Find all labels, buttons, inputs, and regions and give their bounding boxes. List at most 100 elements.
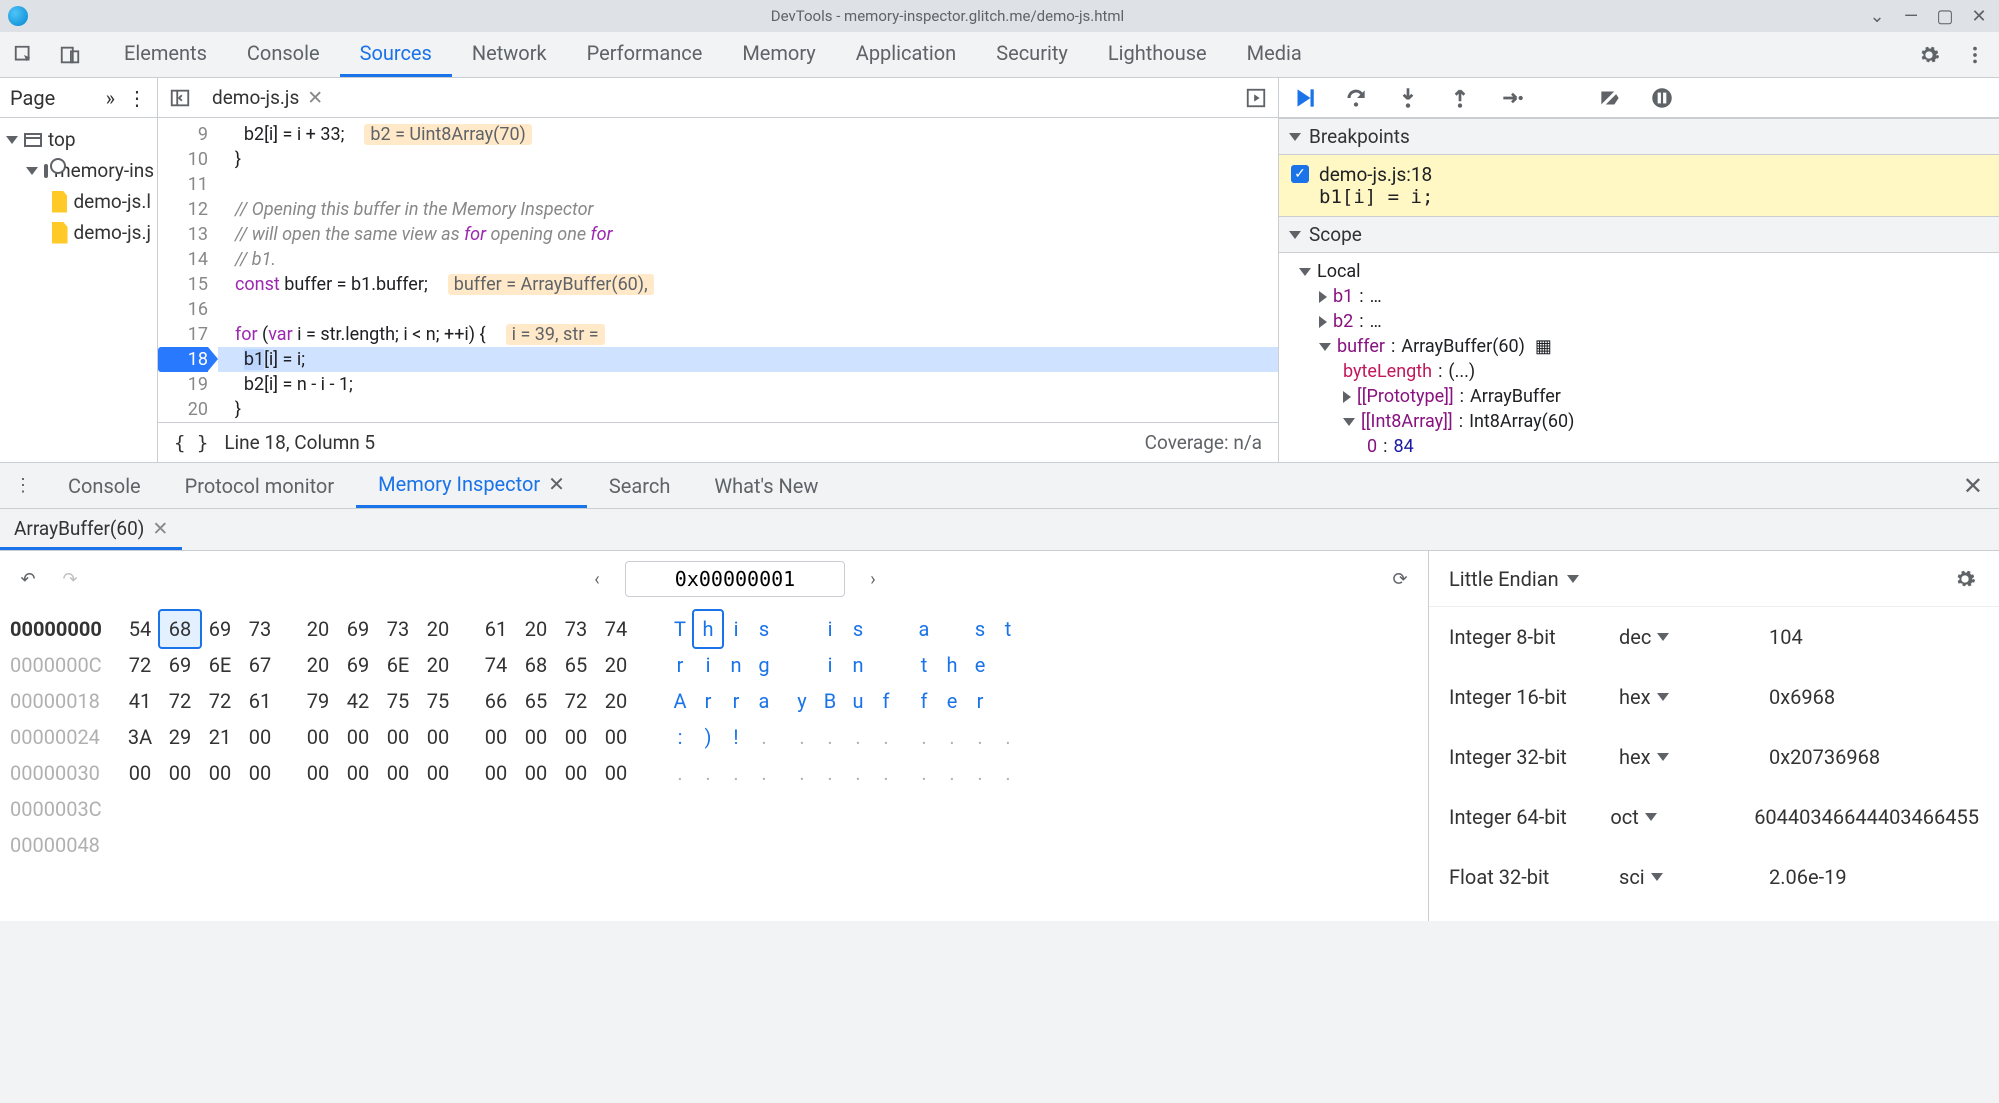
hex-byte[interactable]: 3A [120,719,160,755]
hex-byte[interactable]: 68 [160,611,200,647]
ascii-char[interactable]: . [750,755,778,791]
ascii-char[interactable]: y [788,683,816,719]
hex-byte[interactable]: 41 [120,683,160,719]
hex-byte[interactable]: 00 [200,755,240,791]
close-drawer-tab-icon[interactable]: ✕ [548,472,565,496]
hex-byte[interactable]: 00 [338,719,378,755]
hex-byte[interactable]: 20 [418,647,458,683]
main-tab-memory[interactable]: Memory [722,32,835,77]
step-over-icon[interactable] [1343,85,1369,111]
settings-gear-icon[interactable] [1915,41,1943,69]
hex-byte[interactable]: 6E [200,647,240,683]
ascii-char[interactable]: . [816,719,844,755]
hex-byte[interactable]: 00 [596,755,636,791]
next-page-icon[interactable]: › [859,565,887,593]
value-format-select[interactable]: hex [1619,685,1739,709]
hex-byte[interactable]: 66 [476,683,516,719]
hex-byte[interactable]: 00 [160,755,200,791]
hex-byte[interactable]: 00 [476,719,516,755]
ascii-char[interactable]: g [750,647,778,683]
scope-b1[interactable]: b1: … [1299,284,1999,309]
prev-page-icon[interactable]: ‹ [583,565,611,593]
deactivate-breakpoints-icon[interactable] [1597,85,1623,111]
ascii-char[interactable]: A [666,683,694,719]
ascii-char[interactable]: i [694,647,722,683]
hex-byte[interactable]: 00 [120,755,160,791]
hex-byte[interactable]: 69 [338,647,378,683]
ascii-char[interactable]: r [666,647,694,683]
tree-file-0[interactable]: demo-js.l [0,186,157,217]
code-editor[interactable]: 910111213141516171819202122 b2[i] = i + … [158,118,1278,422]
ascii-char[interactable]: n [844,647,872,683]
ascii-char[interactable]: e [938,683,966,719]
scope-local[interactable]: Local [1299,259,1999,284]
scope-b2[interactable]: b2: … [1299,309,1999,334]
ascii-char[interactable]: i [816,647,844,683]
hex-byte[interactable]: 20 [516,611,556,647]
ascii-char[interactable]: h [938,647,966,683]
ascii-char[interactable]: s [966,611,994,647]
value-format-select[interactable]: oct [1610,805,1724,829]
ascii-char[interactable]: . [694,755,722,791]
ascii-char[interactable] [938,611,966,647]
hex-byte[interactable]: 00 [240,755,280,791]
ascii-char[interactable]: . [816,755,844,791]
hex-byte[interactable]: 73 [240,611,280,647]
ascii-char[interactable] [788,611,816,647]
breakpoint-checkbox[interactable]: ✓ [1291,165,1309,183]
ascii-char[interactable]: . [844,755,872,791]
tree-file-1[interactable]: demo-js.j [0,217,157,248]
hex-grid[interactable]: 00000000546869732069732061207374This is … [0,607,1428,873]
ascii-char[interactable]: t [994,611,1022,647]
window-minimize-icon[interactable]: — [1899,4,1923,28]
pretty-print-icon[interactable]: { } [174,432,208,454]
refresh-icon[interactable]: ⟳ [1386,565,1414,593]
drawer-tab-console[interactable]: Console [46,463,163,508]
tree-domain[interactable]: memory-ins [0,155,157,186]
hex-byte[interactable]: 72 [200,683,240,719]
hex-byte[interactable]: 72 [556,683,596,719]
hex-byte[interactable]: 20 [418,611,458,647]
hex-byte[interactable]: 54 [120,611,160,647]
drawer-tab-search[interactable]: Search [587,463,692,508]
hex-byte[interactable]: 65 [556,647,596,683]
ascii-char[interactable]: r [966,683,994,719]
ascii-char[interactable]: r [694,683,722,719]
resume-icon[interactable] [1291,85,1317,111]
ascii-char[interactable]: f [910,683,938,719]
ascii-char[interactable]: . [938,755,966,791]
ascii-char[interactable]: . [722,755,750,791]
hex-byte[interactable]: 72 [120,647,160,683]
device-toolbar-icon[interactable] [56,41,84,69]
hex-byte[interactable]: 00 [476,755,516,791]
ascii-char[interactable]: i [816,611,844,647]
ascii-char[interactable]: . [938,719,966,755]
ascii-char[interactable]: r [722,683,750,719]
ascii-char[interactable] [994,647,1022,683]
hex-byte[interactable]: 00 [418,755,458,791]
navigator-kebab-icon[interactable]: ⋮ [127,86,147,110]
hex-byte[interactable]: 73 [378,611,418,647]
ascii-char[interactable]: a [910,611,938,647]
ascii-char[interactable]: u [844,683,872,719]
window-maximize-icon[interactable]: ▢ [1933,4,1957,28]
drawer-tab-protocol-monitor[interactable]: Protocol monitor [163,463,356,508]
main-tab-security[interactable]: Security [976,32,1088,77]
main-tab-media[interactable]: Media [1227,32,1322,77]
hex-byte[interactable]: 00 [516,755,556,791]
redo-icon[interactable]: ↷ [56,565,84,593]
undo-icon[interactable]: ↶ [14,565,42,593]
value-settings-icon[interactable] [1951,565,1979,593]
ascii-char[interactable]: . [994,755,1022,791]
window-menu-down-icon[interactable]: ⌄ [1865,4,1889,28]
ascii-char[interactable]: h [694,611,722,647]
window-close-icon[interactable]: ✕ [1967,4,1991,28]
hex-byte[interactable]: 20 [298,611,338,647]
hex-byte[interactable]: 20 [596,683,636,719]
drawer-close-icon[interactable]: ✕ [1947,463,1999,508]
scope-buffer[interactable]: buffer: ArrayBuffer(60)▦ [1299,334,1999,359]
ascii-char[interactable]: . [844,719,872,755]
ascii-char[interactable]: f [872,683,900,719]
ascii-char[interactable]: ) [694,719,722,755]
hex-byte[interactable]: 65 [516,683,556,719]
